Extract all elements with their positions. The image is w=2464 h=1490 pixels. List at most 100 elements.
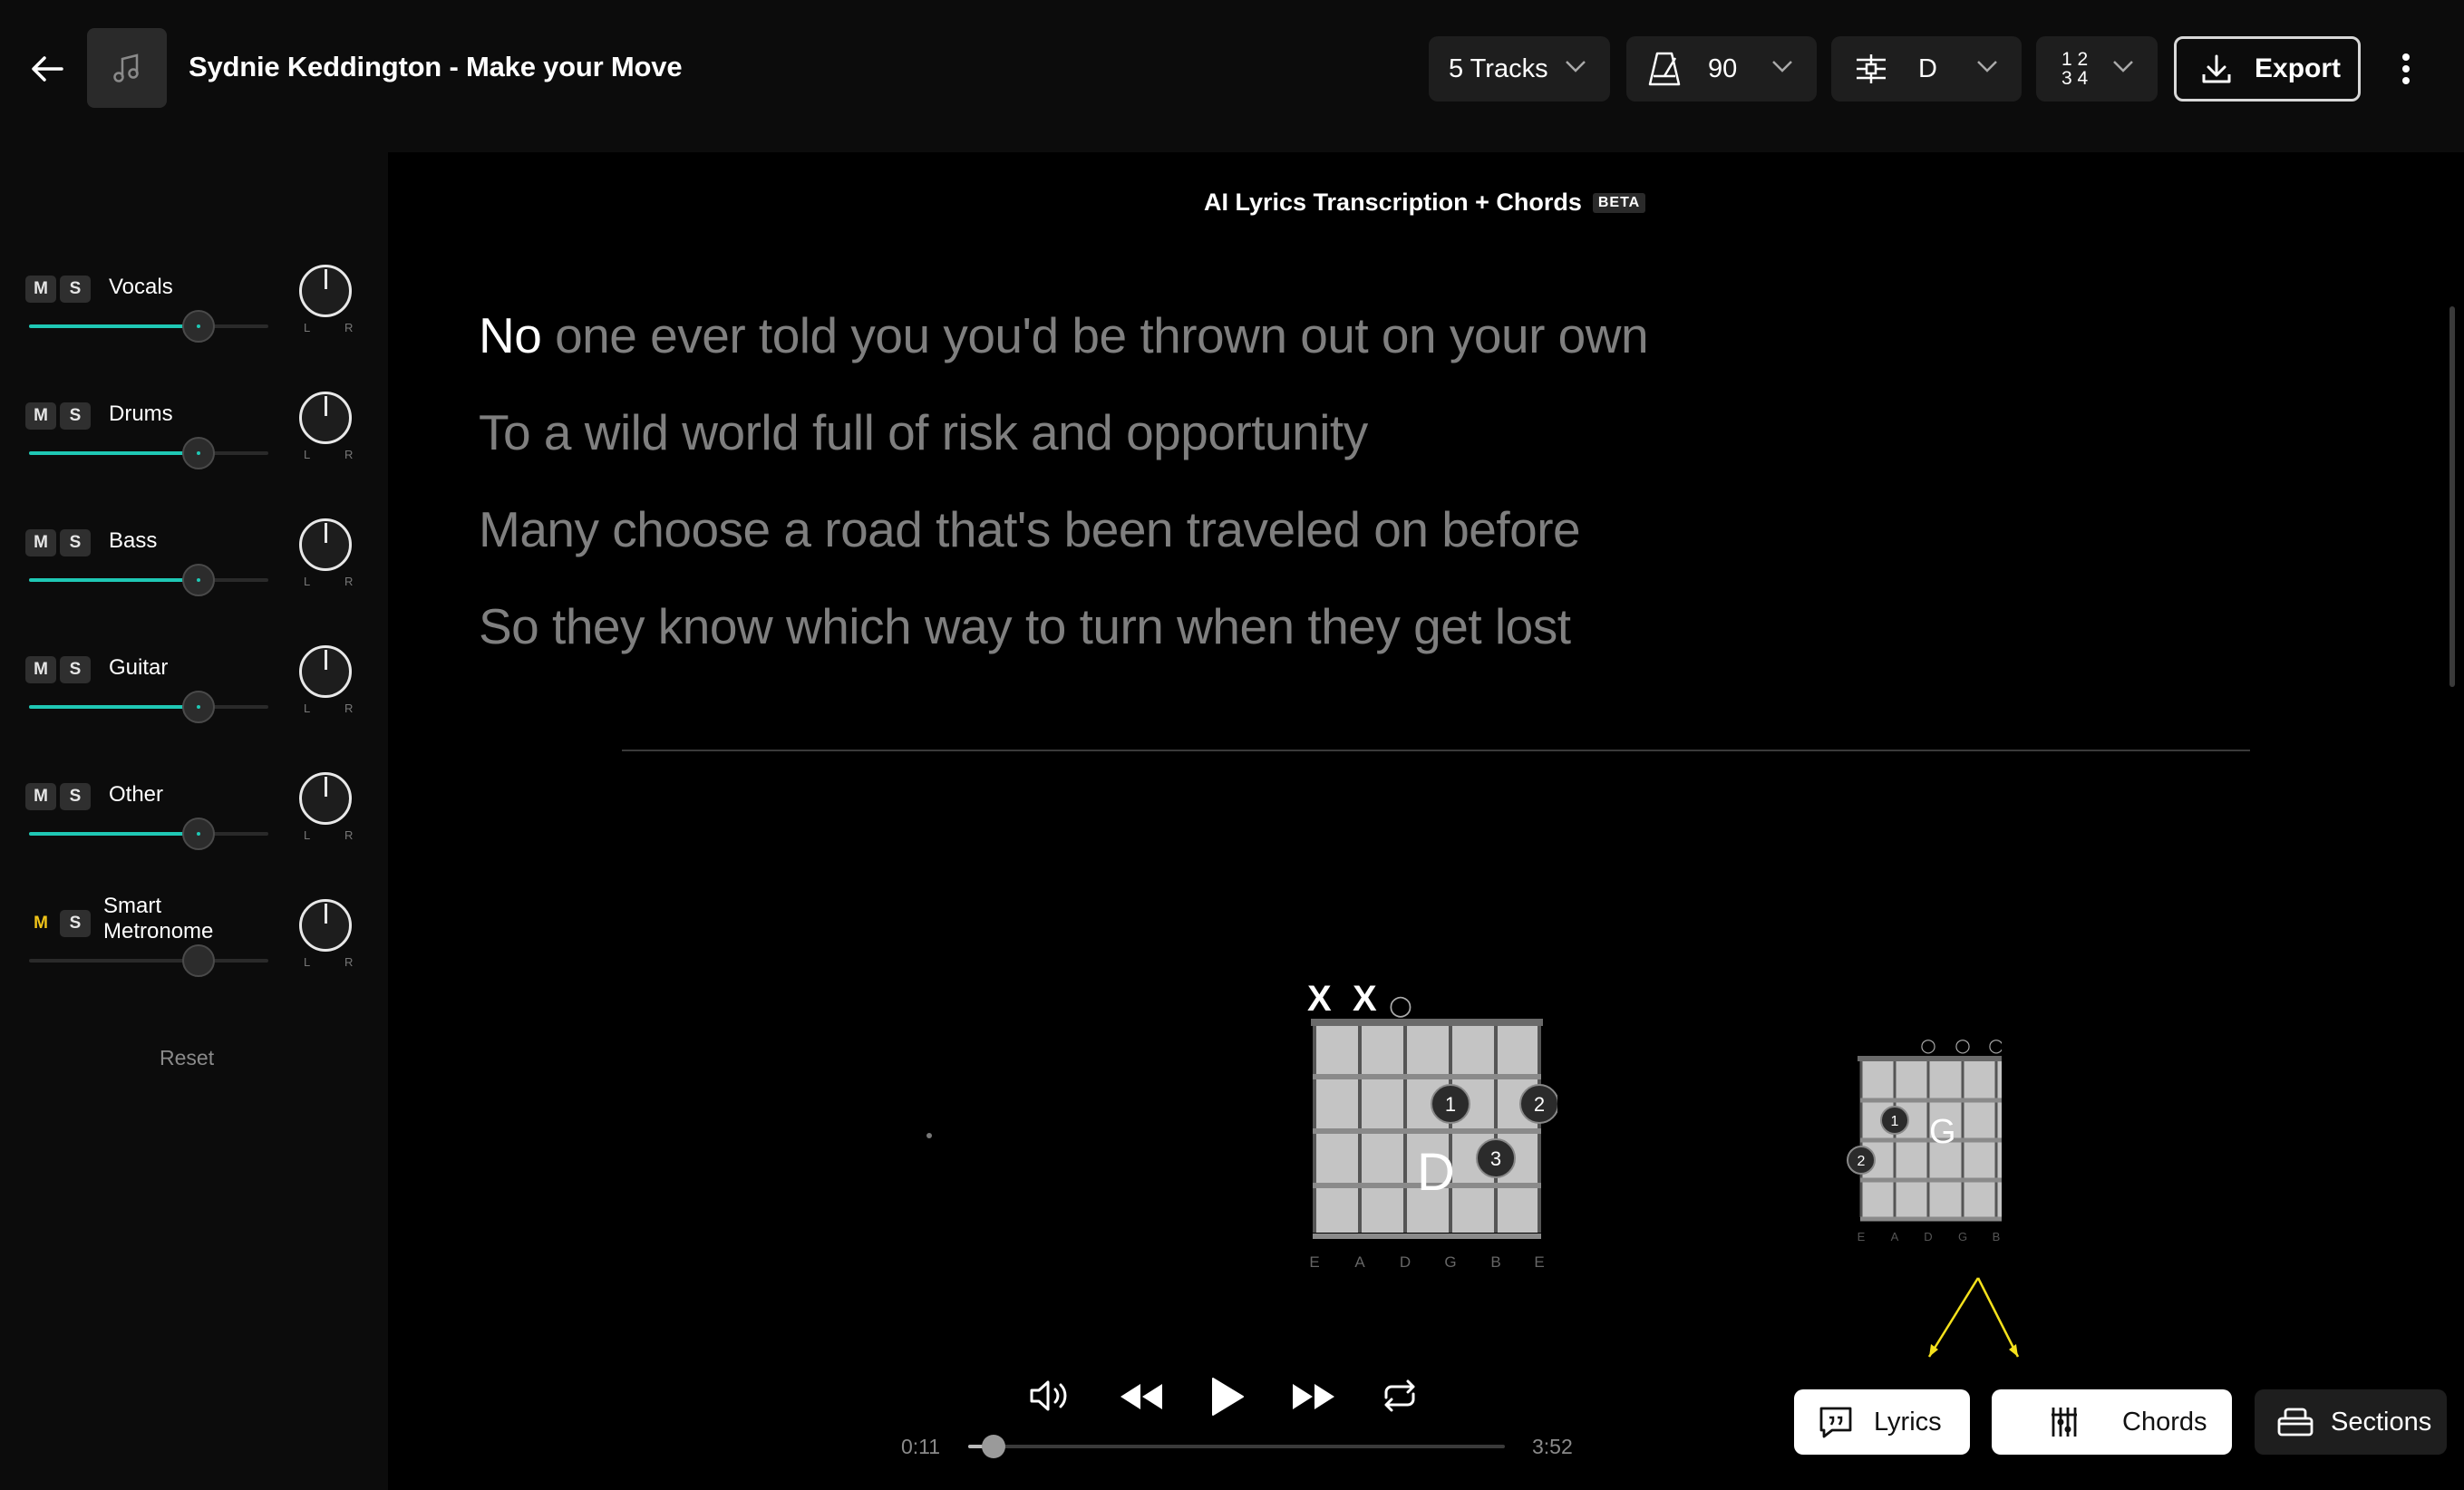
sections-button[interactable]: Sections (2255, 1389, 2447, 1455)
time-signature-bottom: 3 4 (2061, 68, 2089, 89)
pan-left-label: L (304, 955, 311, 969)
solo-button[interactable]: S (60, 783, 91, 810)
track-row: M S Bass L R (0, 518, 388, 656)
lyrics-quote-icon (1819, 1407, 1852, 1438)
string-label: G (1444, 1253, 1456, 1271)
solo-button[interactable]: S (60, 402, 91, 430)
solo-button[interactable]: S (60, 656, 91, 683)
solo-button[interactable]: S (60, 276, 91, 303)
top-bar: Sydnie Keddington - Make your Move 5 Tra… (0, 0, 2464, 152)
tracks-dropdown[interactable]: 5 Tracks (1429, 36, 1610, 102)
volume-slider[interactable] (29, 691, 268, 723)
volume-slider[interactable] (29, 310, 268, 343)
mute-button[interactable]: M (25, 402, 56, 430)
tracks-label: 5 Tracks (1449, 53, 1548, 83)
rewind-icon[interactable] (1119, 1378, 1164, 1416)
pan-left-label: L (304, 321, 311, 334)
pan-right-label: R (344, 575, 354, 588)
mute-button[interactable]: M (25, 656, 56, 683)
finger-number: 2 (1858, 1154, 1866, 1169)
pan-knob[interactable] (299, 265, 352, 317)
track-row: M S Vocals L R (0, 265, 388, 402)
finger-number: 1 (1891, 1114, 1899, 1129)
volume-thumb[interactable] (182, 310, 216, 343)
metronome-icon (1648, 52, 1681, 86)
chord-diagram-next: ○ ○ ○ 1 2 3 E A D G B E (1847, 1034, 2002, 1243)
play-icon[interactable] (1208, 1372, 1247, 1421)
chevron-down-icon (2113, 61, 2133, 73)
app-window: Sydnie Keddington - Make your Move 5 Tra… (0, 0, 2464, 1490)
pan-knob[interactable] (299, 899, 352, 952)
next-chord-name: G (1929, 1113, 1956, 1151)
mute-button[interactable]: M (25, 910, 56, 937)
pan-knob[interactable] (299, 392, 352, 444)
string-label: D (1400, 1253, 1411, 1271)
volume-thumb[interactable] (182, 691, 216, 723)
reset-button[interactable]: Reset (160, 1046, 214, 1070)
lyric-line-1[interactable]: No one ever told you you'd be thrown out… (479, 306, 1649, 364)
string-open-mark: ○ (1389, 990, 1412, 1021)
progress-handle[interactable] (981, 1435, 1005, 1458)
loop-icon[interactable] (1378, 1374, 1421, 1417)
volume-fill (29, 451, 199, 455)
chevron-down-icon (1566, 61, 1586, 73)
mute-button[interactable]: M (25, 783, 56, 810)
track-row: M S Guitar L R (0, 645, 388, 783)
pitch-fader-icon (1857, 54, 1886, 83)
pan-right-label: R (344, 321, 354, 334)
fast-forward-icon[interactable] (1291, 1378, 1336, 1416)
lyrics-label: Lyrics (1874, 1407, 1942, 1437)
more-options-icon[interactable] (2384, 47, 2428, 91)
progress-bar[interactable] (968, 1435, 1505, 1458)
mute-button[interactable]: M (25, 276, 56, 303)
mute-button[interactable]: M (25, 529, 56, 556)
volume-thumb[interactable] (182, 437, 216, 469)
solo-button[interactable]: S (60, 910, 91, 937)
pan-right-label: R (344, 701, 354, 715)
pan-right-label: R (344, 448, 354, 461)
chevron-down-icon (1772, 61, 1792, 73)
export-button[interactable]: Export (2174, 36, 2361, 102)
volume-thumb[interactable] (182, 818, 216, 850)
pan-left-label: L (304, 448, 311, 461)
key-dropdown[interactable]: D (1831, 36, 2022, 102)
volume-slider[interactable] (29, 437, 268, 469)
beta-badge: BETA (1592, 192, 1646, 213)
time-signature-dropdown[interactable]: 1 2 3 4 (2036, 36, 2158, 102)
lyric-line-4[interactable]: So they know which way to turn when they… (479, 597, 1571, 655)
string-label: E (1309, 1253, 1319, 1271)
solo-button[interactable]: S (60, 529, 91, 556)
volume-slider[interactable] (29, 564, 268, 596)
volume-thumb[interactable] (182, 564, 216, 596)
pan-left-label: L (304, 701, 311, 715)
string-label: E (1534, 1253, 1544, 1271)
tempo-value: 90 (1708, 53, 1738, 83)
volume-fill (29, 705, 199, 709)
string-label: E (1858, 1230, 1866, 1243)
back-arrow-icon[interactable] (25, 47, 69, 91)
time-signature-top: 1 2 (2061, 49, 2089, 70)
volume-slider[interactable] (29, 944, 268, 977)
tempo-dropdown[interactable]: 90 (1626, 36, 1817, 102)
chord-diagram-current: X X ○ 1 2 3 E A D G B E (1307, 979, 1557, 1271)
lyrics-button[interactable]: Lyrics (1794, 1389, 1970, 1455)
lyric-line-2[interactable]: To a wild world full of risk and opportu… (479, 403, 1368, 461)
pan-knob[interactable] (299, 772, 352, 825)
lyrics-chords-panel: AI Lyrics Transcription + Chords BETA No… (388, 152, 2464, 1490)
chords-label: Chords (2122, 1407, 2207, 1437)
volume-icon[interactable] (1026, 1374, 1073, 1417)
key-value: D (1918, 53, 1937, 83)
pan-knob[interactable] (299, 518, 352, 571)
chords-button[interactable]: Chords (1992, 1389, 2232, 1455)
track-row: M S Other L R (0, 772, 388, 910)
lyrics-scrollbar[interactable] (2449, 306, 2455, 687)
pan-knob[interactable] (299, 645, 352, 698)
track-row: M S Drums L R (0, 392, 388, 529)
volume-slider[interactable] (29, 818, 268, 850)
elapsed-time: 0:11 (901, 1435, 941, 1458)
volume-thumb[interactable] (182, 944, 216, 977)
finger-number: 2 (1534, 1093, 1545, 1116)
chevron-down-icon (1977, 61, 1997, 73)
lyric-line-3[interactable]: Many choose a road that's been traveled … (479, 500, 1581, 558)
mixer-sidebar: M S Vocals L R M S Drums L R M S Bass L R M S Guitar L R M S O… (0, 152, 388, 1490)
